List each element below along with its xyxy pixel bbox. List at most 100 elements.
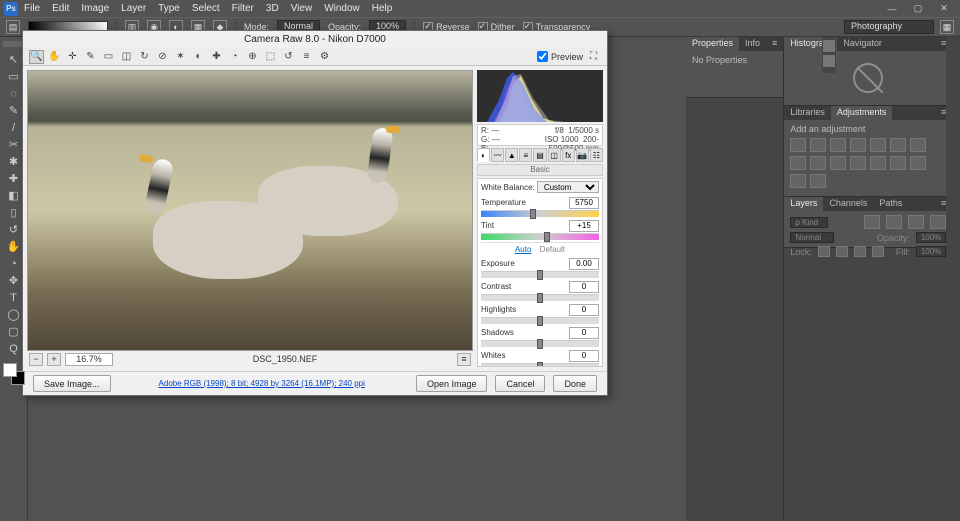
lock-icon[interactable] <box>872 246 884 257</box>
window-maximize[interactable]: ▢ <box>906 2 930 16</box>
slider-temperature[interactable] <box>481 210 599 217</box>
raw-tool-14[interactable]: ↺ <box>281 50 296 64</box>
cancel-button[interactable]: Cancel <box>495 375 545 392</box>
filter-icon[interactable] <box>864 215 880 229</box>
slider-value-contrast[interactable] <box>569 281 599 293</box>
tab-adjustments[interactable]: Adjustments <box>831 106 893 120</box>
adjustment-icon-13[interactable] <box>910 156 926 170</box>
raw-tool-12[interactable]: ⊕ <box>245 50 260 64</box>
adjustment-icon-14[interactable] <box>790 174 806 188</box>
tab-layers[interactable]: Layers <box>784 197 823 211</box>
default-link[interactable]: Default <box>540 245 565 254</box>
zoom-field[interactable]: 16.7% <box>65 353 113 366</box>
raw-tool-2[interactable]: ✛ <box>65 50 80 64</box>
filter-icon[interactable] <box>930 215 946 229</box>
search-icon[interactable]: ▦ <box>940 20 954 34</box>
menu-edit[interactable]: Edit <box>52 3 69 14</box>
gradient-tool-icon[interactable]: ▤ <box>6 20 20 34</box>
raw-tool-10[interactable]: ✚ <box>209 50 224 64</box>
raw-tool-3[interactable]: ✎ <box>83 50 98 64</box>
menu-image[interactable]: Image <box>81 3 109 14</box>
adjustment-icon-15[interactable] <box>810 174 826 188</box>
adjustment-icon-8[interactable] <box>810 156 826 170</box>
adjustment-icon-10[interactable] <box>850 156 866 170</box>
adjustment-icon-3[interactable] <box>850 138 866 152</box>
menu-type[interactable]: Type <box>158 3 180 14</box>
raw-tab-hsl-icon[interactable]: ≡ <box>519 148 532 162</box>
fullscreen-icon[interactable]: ⛶ <box>586 50 601 64</box>
slider-highlights[interactable] <box>481 317 599 324</box>
window-close[interactable]: ✕ <box>932 2 956 16</box>
menu-3d[interactable]: 3D <box>266 3 279 14</box>
tab-channels[interactable]: Channels <box>823 197 873 211</box>
raw-tab-detail-icon[interactable]: ▲ <box>505 148 518 162</box>
panel-menu-icon[interactable]: ≡ <box>766 37 783 51</box>
raw-tool-6[interactable]: ↻ <box>137 50 152 64</box>
slider-value-whites[interactable] <box>569 350 599 362</box>
raw-tool-8[interactable]: ✶ <box>173 50 188 64</box>
open-image-button[interactable]: Open Image <box>416 375 488 392</box>
layer-kind[interactable]: ρ Kind <box>790 217 828 228</box>
preview-checkbox[interactable]: Preview <box>537 51 583 62</box>
raw-preview-image[interactable] <box>27 70 473 351</box>
tab-info[interactable]: Info <box>739 37 766 51</box>
tab-paths[interactable]: Paths <box>873 197 908 211</box>
raw-tab-camera-icon[interactable]: 📷 <box>576 148 589 162</box>
adjustment-icon-7[interactable] <box>790 156 806 170</box>
workspace-select[interactable]: Photography <box>844 20 934 34</box>
lock-icon[interactable] <box>818 246 830 257</box>
menu-window[interactable]: Window <box>324 3 360 14</box>
slider-value-highlights[interactable] <box>569 304 599 316</box>
adjustment-icon-11[interactable] <box>870 156 886 170</box>
adjustment-icon-12[interactable] <box>890 156 906 170</box>
play-icon[interactable] <box>823 40 835 52</box>
slider-value-exposure[interactable] <box>569 258 599 270</box>
adjustment-icon-4[interactable] <box>870 138 886 152</box>
menu-view[interactable]: View <box>291 3 313 14</box>
filter-icon[interactable] <box>886 215 902 229</box>
raw-tool-11[interactable]: ◔ <box>227 50 242 64</box>
menu-help[interactable]: Help <box>372 3 393 14</box>
slider-exposure[interactable] <box>481 271 599 278</box>
raw-tab-fx-icon[interactable]: fx <box>562 148 575 162</box>
raw-tab-lens-icon[interactable]: ◫ <box>548 148 561 162</box>
slider-tint[interactable] <box>481 233 599 240</box>
slider-contrast[interactable] <box>481 294 599 301</box>
raw-tab-curve-icon[interactable]: 〰 <box>491 148 504 162</box>
raw-tab-basic-icon[interactable]: ◐ <box>477 148 490 162</box>
adjustment-icon-6[interactable] <box>910 138 926 152</box>
record-icon[interactable] <box>823 55 835 67</box>
adjustment-icon-1[interactable] <box>810 138 826 152</box>
slider-value-temperature[interactable] <box>569 197 599 209</box>
tab-navigator[interactable]: Navigator <box>837 37 888 51</box>
raw-tab-split-icon[interactable]: ▤ <box>533 148 546 162</box>
save-image-button[interactable]: Save Image... <box>33 375 111 392</box>
raw-tool-7[interactable]: ⊘ <box>155 50 170 64</box>
lock-icon[interactable] <box>836 246 848 257</box>
adjustment-icon-2[interactable] <box>830 138 846 152</box>
raw-tool-13[interactable]: ⬚ <box>263 50 278 64</box>
raw-tool-4[interactable]: ▭ <box>101 50 116 64</box>
wb-select[interactable]: Custom <box>537 181 599 193</box>
slider-shadows[interactable] <box>481 340 599 347</box>
slider-value-shadows[interactable] <box>569 327 599 339</box>
tab-libraries[interactable]: Libraries <box>784 106 831 120</box>
raw-tool-9[interactable]: ◐ <box>191 50 206 64</box>
menu-file[interactable]: File <box>24 3 40 14</box>
blend-select[interactable]: Normal <box>790 232 834 243</box>
slider-value-tint[interactable] <box>569 220 599 232</box>
zoom-out-button[interactable]: − <box>29 353 43 366</box>
raw-tool-0[interactable]: 🔍 <box>29 50 44 64</box>
menu-select[interactable]: Select <box>192 3 220 14</box>
raw-tool-15[interactable]: ≡ <box>299 50 314 64</box>
raw-histogram[interactable] <box>477 70 603 122</box>
raw-tool-1[interactable]: ✋ <box>47 50 62 64</box>
raw-tool-16[interactable]: ⚙ <box>317 50 332 64</box>
adjustment-icon-5[interactable] <box>890 138 906 152</box>
filter-icon[interactable] <box>908 215 924 229</box>
adjustment-icon-0[interactable] <box>790 138 806 152</box>
tab-properties[interactable]: Properties <box>686 37 739 51</box>
workflow-link[interactable]: Adobe RGB (1998); 8 bit; 4928 by 3264 (1… <box>159 379 365 388</box>
lock-icon[interactable] <box>854 246 866 257</box>
done-button[interactable]: Done <box>553 375 597 392</box>
